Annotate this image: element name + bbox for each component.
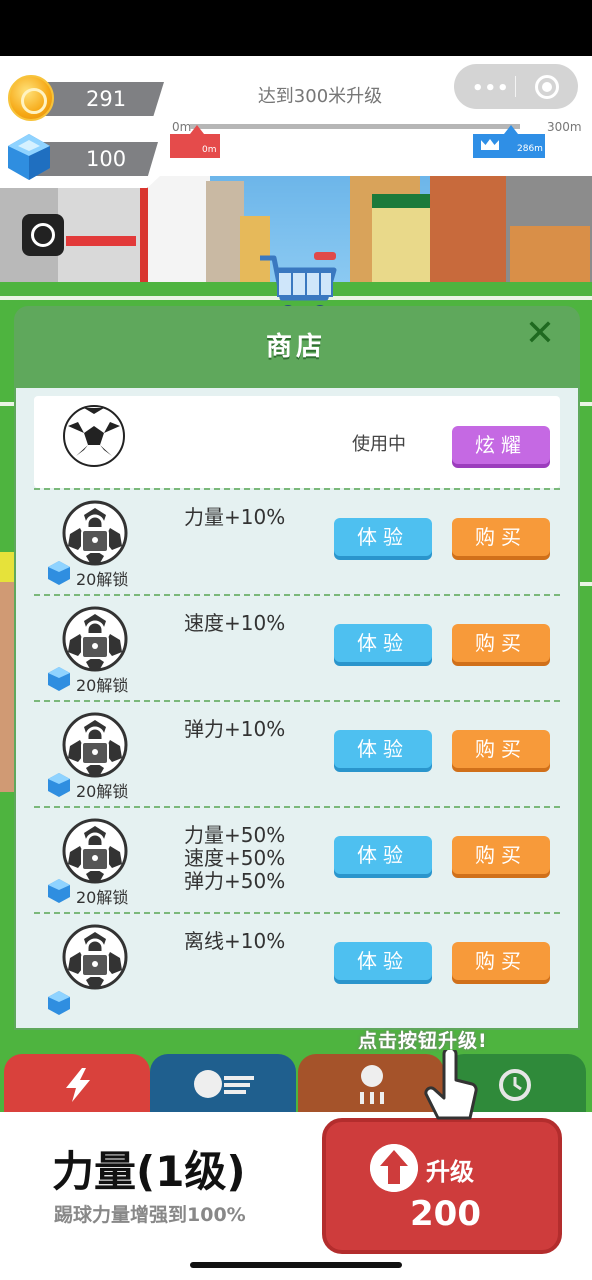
track-start-label: 0m: [172, 120, 192, 134]
buy-button[interactable]: 购买: [452, 518, 550, 556]
locked-ball-icon: [62, 712, 128, 778]
up-arrow-icon: [370, 1144, 418, 1192]
best-distance-label: 286m: [517, 144, 543, 154]
shop-row: 20解锁 力量+50% 速度+50% 弹力+50% 体验 购买: [34, 806, 560, 912]
upgrade-hint: 点击按钮升级!: [358, 1030, 488, 1052]
gem-icon: [48, 773, 70, 797]
buy-button[interactable]: 购买: [452, 730, 550, 768]
close-icon[interactable]: ✕: [522, 316, 558, 352]
lightning-icon: [66, 1068, 90, 1102]
shop-row: 离线+10% 体验 购买: [34, 912, 560, 1018]
coin-icon: [8, 75, 54, 121]
unlock-cost: 20解锁: [76, 676, 129, 695]
item-description: 速度+10%: [184, 611, 286, 635]
gem-count: 100: [86, 147, 127, 171]
active-ball-card: 使用中 炫耀: [34, 396, 560, 488]
unlock-cost: 20解锁: [76, 888, 129, 907]
buy-button[interactable]: 购买: [452, 836, 550, 874]
try-button[interactable]: 体验: [334, 730, 432, 768]
pointing-hand-icon: [424, 1050, 478, 1120]
try-button[interactable]: 体验: [334, 942, 432, 980]
upgrade-cost: 200: [410, 1194, 481, 1234]
item-description: 离线+10%: [184, 929, 286, 953]
locked-ball-icon: [62, 500, 128, 566]
clock-icon: [499, 1069, 531, 1101]
tab-power[interactable]: [4, 1054, 150, 1114]
tab-bounce[interactable]: [298, 1054, 444, 1114]
tab-speed[interactable]: [150, 1054, 296, 1114]
distance-track: [190, 124, 520, 129]
show-off-button[interactable]: 炫耀: [452, 426, 550, 464]
miniprogram-capsule: •••: [454, 64, 578, 109]
try-button[interactable]: 体验: [334, 624, 432, 662]
locked-ball-icon: [62, 924, 128, 990]
goal-text: 达到300米升级: [257, 86, 383, 107]
gem-icon: [48, 667, 70, 691]
gem-icon: [48, 879, 70, 903]
shop-row: 20解锁 力量+10% 体验 购买: [34, 488, 560, 594]
locked-ball-icon: [62, 818, 128, 884]
unlock-cost: 20解锁: [76, 782, 129, 801]
best-distance-marker: 286m: [473, 125, 545, 158]
shop-row: 20解锁 速度+10% 体验 购买: [34, 594, 560, 700]
unlock-cost: 20解锁: [76, 570, 129, 589]
item-description: 力量+10%: [184, 505, 286, 529]
capsule-divider: [515, 76, 516, 97]
chat-bubble-icon[interactable]: [22, 214, 64, 256]
in-use-label: 使用中: [352, 434, 406, 455]
shop-item-list[interactable]: 使用中 炫耀 20解锁 力量+10% 体验 购买 20解锁 速度+10% 体验 …: [16, 388, 578, 1028]
shop-title: 商店: [265, 332, 326, 362]
try-button[interactable]: 体验: [334, 836, 432, 874]
crown-icon: [481, 139, 499, 150]
gem-icon: [8, 134, 50, 180]
upgrade-button[interactable]: 升级 200: [322, 1118, 562, 1254]
current-distance-marker: 0m: [170, 125, 220, 158]
current-distance-label: 0m: [202, 145, 217, 155]
speed-ball-icon: [194, 1070, 254, 1098]
upgrade-label: 升级: [426, 1158, 474, 1186]
soccer-ball-icon: [63, 405, 125, 467]
shop-row: 20解锁 弹力+10% 体验 购买: [34, 700, 560, 806]
buy-button[interactable]: 购买: [452, 942, 550, 980]
close-miniprogram-icon[interactable]: [535, 75, 559, 99]
item-description: 弹力+10%: [184, 717, 286, 741]
coin-count: 291: [86, 87, 127, 111]
more-icon[interactable]: •••: [472, 78, 510, 99]
status-bar: [0, 0, 592, 56]
home-indicator: [190, 1262, 402, 1268]
stat-name: 力量(1级): [52, 1147, 246, 1196]
gem-icon: [48, 991, 70, 1015]
locked-ball-icon: [62, 606, 128, 672]
track-end-label: 300m: [547, 120, 582, 134]
try-button[interactable]: 体验: [334, 518, 432, 556]
buy-button[interactable]: 购买: [452, 624, 550, 662]
bounce-icon: [360, 1065, 384, 1104]
stat-description: 踢球力量增强到100%: [54, 1204, 246, 1226]
item-description: 力量+50% 速度+50% 弹力+50%: [184, 823, 286, 893]
gem-icon: [48, 561, 70, 585]
